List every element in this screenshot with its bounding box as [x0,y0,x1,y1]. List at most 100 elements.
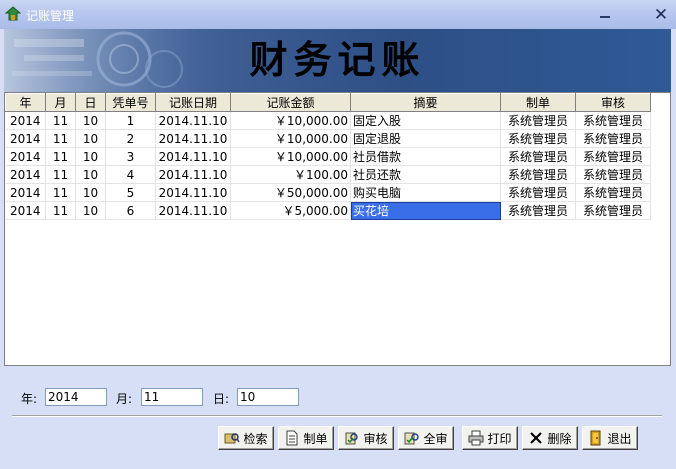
table-cell[interactable]: 11 [45,147,76,166]
minimize-icon[interactable] [596,6,614,24]
day-input[interactable]: 10 [237,388,299,406]
table-cell[interactable]: 系统管理员 [500,147,576,166]
delete-icon [528,430,544,446]
table-cell[interactable]: 2014 [5,111,46,130]
table-cell[interactable]: 2 [105,129,156,148]
table-row[interactable]: 2014 11 10 5 2014.11.10 ￥50,000.00 购买电脑 … [5,183,651,202]
month-input[interactable]: 11 [141,388,203,406]
column-header[interactable]: 日 [75,93,106,112]
table-cell[interactable]: 固定退股 [350,129,501,148]
table-cell[interactable]: 10 [75,129,106,148]
review-icon [344,430,360,446]
column-header[interactable]: 摘要 [350,93,501,112]
month-label: 月: [116,392,133,406]
table-cell[interactable]: 10 [75,201,106,220]
table-cell[interactable]: 10 [75,165,106,184]
table-cell[interactable]: 2014 [5,183,46,202]
table-row[interactable]: 2014 11 10 6 2014.11.10 ￥5,000.00 买花培 系统… [5,201,651,220]
table-cell[interactable]: 系统管理员 [500,111,576,130]
title-bar[interactable]: 记账管理 ✕ [0,0,676,29]
table-cell[interactable]: 2014.11.10 [155,129,231,148]
year-input[interactable]: 2014 [45,388,107,406]
column-header[interactable]: 月 [45,93,76,112]
table-cell[interactable]: 5 [105,183,156,202]
table-row[interactable]: 2014 11 10 3 2014.11.10 ￥10,000.00 社员借款 … [5,147,651,166]
table-cell[interactable]: 2014.11.10 [155,183,231,202]
divider [12,415,662,417]
ledger-grid[interactable]: 年 月 日 凭单号 记账日期 记账金额 摘要 制单 审核 2014 11 10 … [4,92,671,366]
table-cell[interactable]: 2014.11.10 [155,111,231,130]
create-voucher-button[interactable]: 制单 [278,426,334,450]
table-cell[interactable]: 6 [105,201,156,220]
selected-cell[interactable]: 买花培 [350,201,501,220]
review-button[interactable]: 审核 [338,426,394,450]
column-header[interactable]: 年 [5,93,46,112]
ledger-table: 年 月 日 凭单号 记账日期 记账金额 摘要 制单 审核 2014 11 10 … [5,93,651,220]
search-icon [224,430,241,446]
table-cell[interactable]: 2014 [5,147,46,166]
table-cell[interactable]: 11 [45,165,76,184]
table-cell[interactable]: 10 [75,147,106,166]
table-cell[interactable]: 系统管理员 [575,147,651,166]
delete-button[interactable]: 删除 [522,426,578,450]
table-cell[interactable]: 系统管理员 [500,165,576,184]
table-row[interactable]: 2014 11 10 4 2014.11.10 ￥100.00 社员还款 系统管… [5,165,651,184]
table-cell[interactable]: 4 [105,165,156,184]
table-cell[interactable]: 固定入股 [350,111,501,130]
print-button-label: 打印 [487,431,512,446]
table-cell[interactable]: 系统管理员 [500,201,576,220]
window-title: 记账管理 [26,9,75,23]
exit-button[interactable]: 退出 [582,426,638,450]
review-all-button-label: 全审 [423,431,448,446]
table-cell[interactable]: 11 [45,201,76,220]
table-cell[interactable]: 10 [75,111,106,130]
table-cell[interactable]: ￥10,000.00 [230,111,351,130]
table-row[interactable]: 2014 11 10 2 2014.11.10 ￥10,000.00 固定退股 … [5,129,651,148]
column-header[interactable]: 记账金额 [230,93,351,112]
table-cell[interactable]: 系统管理员 [575,183,651,202]
close-icon[interactable]: ✕ [651,5,671,25]
column-header[interactable]: 凭单号 [105,93,156,112]
table-cell[interactable]: 2014 [5,129,46,148]
ledger-window: 记账管理 ✕ 财务记账 年 月 日 凭单号 记账日期 记账金额 摘要 制单 审核… [0,0,676,469]
table-cell[interactable]: ￥10,000.00 [230,129,351,148]
exit-icon [588,430,604,446]
banner: 财务记账 [4,29,671,92]
print-button[interactable]: 打印 [462,426,518,450]
table-cell[interactable]: 3 [105,147,156,166]
table-cell[interactable]: ￥5,000.00 [230,201,351,220]
year-label: 年: [21,392,38,406]
column-header[interactable]: 制单 [500,93,576,112]
column-header[interactable]: 审核 [575,93,651,112]
table-cell[interactable]: 系统管理员 [500,129,576,148]
table-cell[interactable]: 系统管理员 [500,183,576,202]
review-all-button[interactable]: 全审 [398,426,454,450]
table-cell[interactable]: 2014.11.10 [155,147,231,166]
banner-title: 财务记账 [249,38,426,82]
table-cell[interactable]: 1 [105,111,156,130]
table-row[interactable]: 2014 11 10 1 2014.11.10 ￥10,000.00 固定入股 … [5,111,651,130]
table-cell[interactable]: 2014 [5,165,46,184]
table-cell[interactable]: 系统管理员 [575,201,651,220]
table-cell[interactable]: ￥50,000.00 [230,183,351,202]
table-cell[interactable]: 2014.11.10 [155,201,231,220]
table-cell[interactable]: ￥100.00 [230,165,351,184]
review-button-label: 审核 [363,431,388,446]
table-cell[interactable]: 社员还款 [350,165,501,184]
column-header[interactable]: 记账日期 [155,93,231,112]
table-cell[interactable]: ￥10,000.00 [230,147,351,166]
table-cell[interactable]: 11 [45,111,76,130]
table-cell[interactable]: 社员借款 [350,147,501,166]
table-header-row: 年 月 日 凭单号 记账日期 记账金额 摘要 制单 审核 [5,93,651,112]
exit-button-label: 退出 [607,431,632,446]
table-cell[interactable]: 11 [45,183,76,202]
table-cell[interactable]: 系统管理员 [575,129,651,148]
table-cell[interactable]: 系统管理员 [575,111,651,130]
table-cell[interactable]: 系统管理员 [575,165,651,184]
search-button[interactable]: 检索 [218,426,274,450]
table-cell[interactable]: 2014.11.10 [155,165,231,184]
table-cell[interactable]: 2014 [5,201,46,220]
table-cell[interactable]: 11 [45,129,76,148]
table-cell[interactable]: 购买电脑 [350,183,501,202]
table-cell[interactable]: 10 [75,183,106,202]
